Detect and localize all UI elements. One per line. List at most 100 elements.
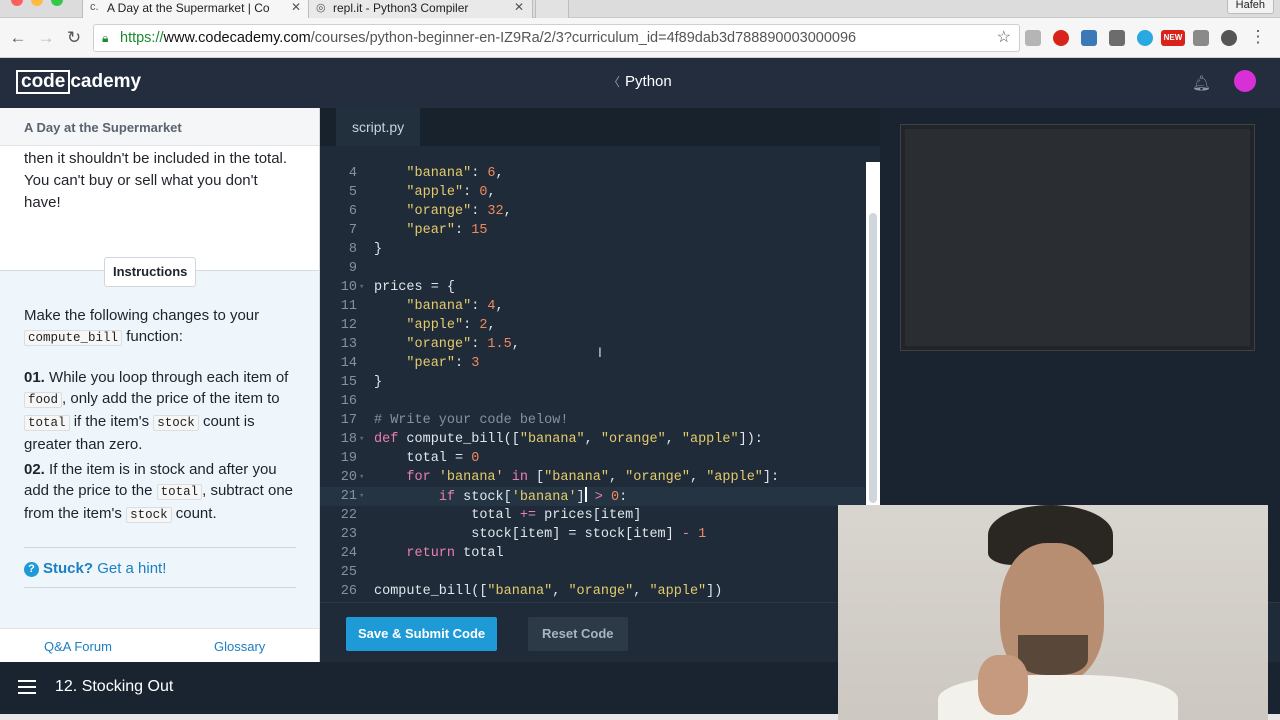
stuck-label: Stuck? — [43, 560, 94, 577]
browser-tab-strip: c. A Day at the Supermarket | Co ✕ ◎ rep… — [0, 0, 1280, 18]
address-bar[interactable]: 🔒︎ https://www.codecademy.com/courses/pyt… — [93, 24, 1020, 52]
chevron-left-icon: 〈 — [608, 75, 621, 89]
save-submit-button[interactable]: Save & Submit Code — [346, 617, 498, 651]
python-extension-icon[interactable] — [1081, 30, 1097, 46]
webcam-beard — [1018, 635, 1088, 675]
reset-code-button[interactable]: Reset Code — [528, 617, 628, 651]
browser-tab-replit[interactable]: ◎ repl.it - Python3 Compiler ✕ — [308, 0, 533, 18]
lesson-nav-title[interactable]: 12. Stocking Out — [55, 678, 173, 696]
qa-forum-link[interactable]: Q&A Forum — [44, 639, 112, 654]
codecademy-header: code cademy 〈 Python 🔔︎ — [0, 58, 1280, 108]
ibeam-cursor-icon: I — [598, 344, 602, 360]
extension-icon[interactable] — [1193, 30, 1209, 46]
inline-code: stock — [153, 415, 199, 431]
lesson-narrative: then it shouldn't be included in the tot… — [24, 150, 288, 211]
code-line[interactable]: 10 ▾ prices = { — [320, 278, 865, 297]
extension-icon[interactable] — [1221, 30, 1237, 46]
browser-toolbar: ← → ↻ 🔒︎ https://www.codecademy.com/cours… — [0, 18, 1280, 58]
tab-title: A Day at the Supermarket | Co — [107, 1, 270, 15]
text-cursor — [584, 487, 587, 502]
editor-scrollbar-thumb[interactable] — [869, 213, 877, 503]
hamburger-menu-icon[interactable] — [18, 680, 36, 694]
code-line[interactable]: 8} — [320, 240, 865, 259]
user-avatar[interactable] — [1234, 70, 1256, 92]
code-line[interactable]: 25 — [320, 563, 865, 582]
close-window-icon[interactable] — [11, 0, 23, 6]
hint-row[interactable]: ? Stuck? Get a hint! — [24, 547, 296, 588]
url-host: www.codecademy.com — [163, 30, 311, 46]
code-line[interactable]: 18 ▾ def compute_bill(["banana", "orange",… — [320, 430, 865, 449]
browser-menu-icon[interactable]: ⋮ — [1248, 27, 1268, 47]
code-line[interactable]: 23 stock[item] = stock[item] - 1 — [320, 525, 865, 544]
course-link[interactable]: 〈 Python — [608, 73, 672, 90]
minimize-window-icon[interactable] — [31, 0, 43, 6]
code-line[interactable]: 14 "pear": 3 — [320, 354, 865, 373]
reload-icon[interactable]: ↻ — [64, 28, 84, 48]
code-line[interactable]: 4 "banana": 6, — [320, 164, 865, 183]
code-line[interactable]: 16 — [320, 392, 865, 411]
code-line[interactable]: 26 compute_bill(["banana", "orange", "app… — [320, 582, 865, 601]
forward-arrow-icon[interactable]: → — [36, 28, 56, 48]
webcam-overlay — [838, 505, 1268, 720]
help-question-icon: ? — [24, 562, 39, 577]
code-line[interactable]: 20 ▾ for 'banana' in ["banana", "orange",… — [320, 468, 865, 487]
close-tab-icon[interactable]: ✕ — [514, 0, 524, 14]
opera-extension-icon[interactable] — [1053, 30, 1069, 46]
course-name: Python — [625, 73, 672, 90]
instructions-section: Instructions Make the following changes … — [0, 257, 319, 662]
new-tab-button[interactable] — [535, 0, 569, 18]
codecademy-favicon-icon: c. — [90, 1, 99, 13]
code-line[interactable]: 22 total += prices[item] — [320, 506, 865, 525]
code-editor[interactable]: script.py 4 "banana": 6, 5 "apple": 0, 6… — [320, 108, 880, 602]
inline-code: total — [24, 415, 70, 431]
tab-title: repl.it - Python3 Compiler — [333, 1, 469, 15]
output-terminal[interactable] — [900, 124, 1255, 351]
code-line[interactable]: 13 "orange": 1.5, — [320, 335, 865, 354]
lesson-panel: A Day at the Supermarket then it shouldn… — [0, 108, 320, 662]
inline-code: total — [156, 484, 203, 500]
url-path: /courses/python-beginner-en-IZ9Ra/2/3?cu… — [310, 30, 857, 46]
inline-code: compute_bill — [24, 330, 123, 346]
back-arrow-icon[interactable]: ← — [8, 28, 28, 48]
code-lines[interactable]: 4 "banana": 6, 5 "apple": 0, 6 "orange":… — [320, 164, 865, 601]
eyedropper-extension-icon[interactable] — [1109, 30, 1125, 46]
lesson-title: A Day at the Supermarket — [0, 108, 319, 146]
code-line[interactable]: 24 return total — [320, 544, 865, 563]
instructions-intro: Make the following changes to your compu… — [24, 307, 260, 346]
new-badge-extension-icon[interactable]: NEW — [1161, 30, 1185, 46]
code-line-active[interactable]: 21 ▾ if stock['banana'] > 0: — [320, 487, 865, 506]
get-hint-link[interactable]: Get a hint! — [97, 560, 166, 577]
extension-icon[interactable] — [1025, 30, 1041, 46]
inline-code: stock — [126, 507, 172, 523]
browser-tab-codecademy[interactable]: c. A Day at the Supermarket | Co ✕ — [82, 0, 310, 18]
profile-button[interactable]: Hafeh — [1226, 0, 1274, 14]
code-line[interactable]: 11 "banana": 4, — [320, 297, 865, 316]
glossary-link[interactable]: Glossary — [214, 639, 265, 654]
webcam-shirt — [938, 675, 1178, 720]
code-line[interactable]: 5 "apple": 0, — [320, 183, 865, 202]
code-line[interactable]: 19 total = 0 — [320, 449, 865, 468]
code-line[interactable]: 9 — [320, 259, 865, 278]
replit-favicon-icon: ◎ — [316, 2, 326, 14]
close-tab-icon[interactable]: ✕ — [291, 0, 301, 14]
editor-tab-bar: script.py — [320, 108, 880, 146]
code-line[interactable]: 12 "apple": 2, — [320, 316, 865, 335]
webcam-hand — [978, 655, 1028, 715]
instruction-step-1: 01. While you loop through each item of … — [24, 369, 289, 453]
inline-code: food — [24, 392, 63, 408]
instruction-step-2: 02. If the item is in stock and after yo… — [24, 461, 294, 523]
maximize-window-icon[interactable] — [51, 0, 63, 6]
code-line[interactable]: 15} — [320, 373, 865, 392]
code-line[interactable]: 6 "orange": 32, — [320, 202, 865, 221]
twitter-extension-icon[interactable] — [1137, 30, 1153, 46]
lock-icon: 🔒︎ — [102, 31, 109, 45]
notifications-bell-icon[interactable]: 🔔︎ — [1192, 74, 1211, 92]
bookmark-star-icon[interactable]: ☆ — [997, 25, 1011, 51]
url-scheme: https:// — [120, 30, 164, 46]
lesson-footer: Q&A Forum Glossary — [0, 628, 319, 662]
file-tab-script-py[interactable]: script.py — [336, 108, 421, 146]
instructions-label: Instructions — [104, 257, 197, 287]
codecademy-logo[interactable]: code cademy — [16, 70, 141, 96]
code-line[interactable]: 7 "pear": 15 — [320, 221, 865, 240]
code-line[interactable]: 17 # Write your code below! — [320, 411, 865, 430]
